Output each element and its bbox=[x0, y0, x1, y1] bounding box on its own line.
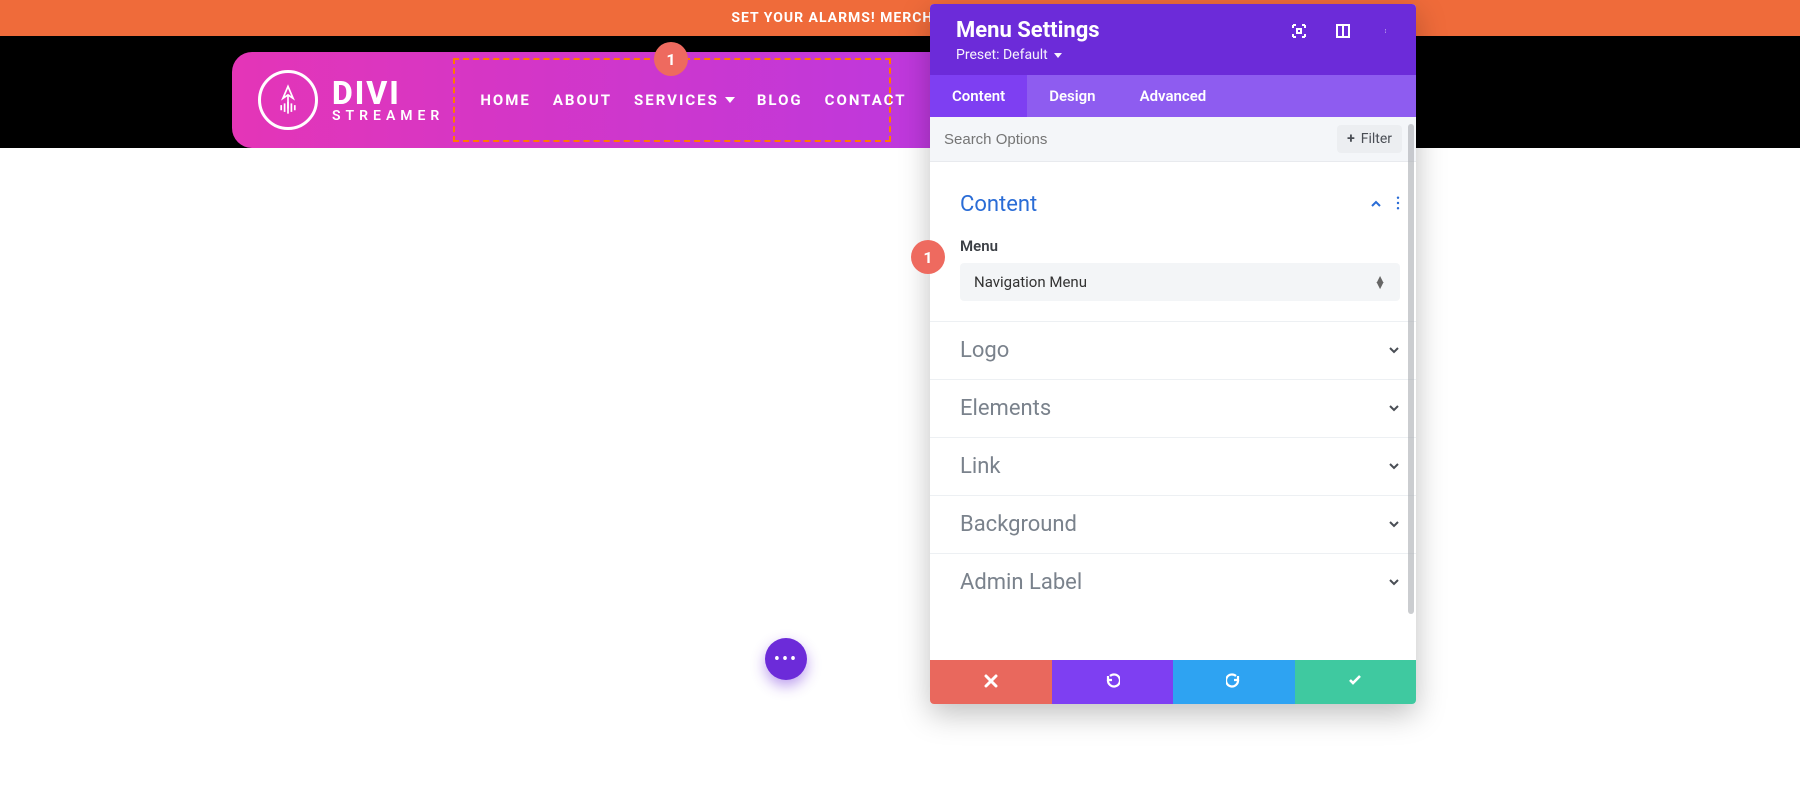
panel-tabs: Content Design Advanced bbox=[930, 75, 1416, 117]
section-title: Link bbox=[960, 454, 1001, 479]
nav-contact[interactable]: CONTACT bbox=[825, 91, 907, 109]
close-icon bbox=[984, 672, 998, 693]
tab-advanced[interactable]: Advanced bbox=[1118, 75, 1229, 117]
chevron-down-icon bbox=[1388, 515, 1400, 534]
panel-body[interactable]: Content Menu Navigation Menu ▲▼ Logo bbox=[930, 162, 1416, 660]
nav-item-label: HOME bbox=[480, 91, 531, 109]
section-elements-header[interactable]: Elements bbox=[960, 380, 1400, 437]
snap-icon[interactable] bbox=[1290, 22, 1308, 40]
sort-caret-icon: ▲▼ bbox=[1374, 276, 1386, 288]
nav-services[interactable]: SERVICES bbox=[634, 91, 735, 109]
nav-about[interactable]: ABOUT bbox=[553, 91, 612, 109]
caret-down-icon bbox=[1054, 53, 1062, 58]
nav-item-label: CONTACT bbox=[825, 91, 907, 109]
section-content-header[interactable]: Content bbox=[960, 176, 1400, 233]
chevron-down-icon bbox=[1388, 341, 1400, 360]
section-title: Elements bbox=[960, 396, 1051, 421]
nav-blog[interactable]: BLOG bbox=[757, 91, 803, 109]
marker-number: 1 bbox=[923, 248, 932, 267]
options-search-row: + Filter bbox=[930, 117, 1416, 162]
kebab-icon[interactable] bbox=[1378, 22, 1396, 40]
columns-icon[interactable] bbox=[1334, 22, 1352, 40]
confirm-button[interactable] bbox=[1295, 660, 1417, 704]
filter-button[interactable]: + Filter bbox=[1337, 125, 1402, 153]
chevron-down-icon bbox=[1388, 399, 1400, 418]
preset-selector[interactable]: Preset: Default bbox=[956, 47, 1396, 63]
section-link-header[interactable]: Link bbox=[960, 438, 1400, 495]
tab-design[interactable]: Design bbox=[1027, 75, 1117, 117]
redo-icon bbox=[1226, 672, 1242, 693]
undo-button[interactable] bbox=[1052, 660, 1174, 704]
section-title: Background bbox=[960, 512, 1077, 537]
section-logo-header[interactable]: Logo bbox=[960, 322, 1400, 379]
announcement-bar: SET YOUR ALARMS! MERCH IS COMING SOON! bbox=[0, 0, 1800, 36]
rocket-icon bbox=[258, 70, 318, 130]
preset-label: Preset: Default bbox=[956, 47, 1048, 63]
chevron-down-icon bbox=[725, 97, 735, 103]
menu-select[interactable]: Navigation Menu ▲▼ bbox=[960, 263, 1400, 301]
section-admin-label-header[interactable]: Admin Label bbox=[960, 554, 1400, 611]
tab-content[interactable]: Content bbox=[930, 75, 1027, 117]
panel-footer bbox=[930, 660, 1416, 704]
nav-item-label: ABOUT bbox=[553, 91, 612, 109]
undo-icon bbox=[1104, 672, 1120, 693]
marker-number: 1 bbox=[666, 50, 675, 69]
filter-label: Filter bbox=[1361, 131, 1392, 147]
cancel-button[interactable] bbox=[930, 660, 1052, 704]
check-icon bbox=[1347, 672, 1363, 693]
page-fab-button[interactable]: ••• bbox=[765, 638, 807, 680]
logo-title: DIVI bbox=[332, 77, 444, 109]
callout-marker-1-nav[interactable]: 1 bbox=[654, 42, 688, 76]
panel-title: Menu Settings bbox=[956, 18, 1100, 43]
chevron-up-icon bbox=[1370, 195, 1382, 214]
section-title: Content bbox=[960, 192, 1037, 217]
section-title: Admin Label bbox=[960, 570, 1082, 595]
logo-subtitle: STREAMER bbox=[332, 109, 444, 123]
callout-marker-1-panel[interactable]: 1 bbox=[911, 240, 945, 274]
menu-field-label: Menu bbox=[960, 237, 1400, 255]
logo-text: DIVI STREAMER bbox=[332, 77, 444, 123]
kebab-icon[interactable] bbox=[1396, 195, 1400, 214]
plus-icon: + bbox=[1347, 131, 1355, 147]
options-search-input[interactable] bbox=[944, 131, 1337, 148]
chevron-down-icon bbox=[1388, 457, 1400, 476]
redo-button[interactable] bbox=[1173, 660, 1295, 704]
section-background-header[interactable]: Background bbox=[960, 496, 1400, 553]
ellipsis-icon: ••• bbox=[774, 649, 798, 670]
nav-item-label: BLOG bbox=[757, 91, 803, 109]
site-logo[interactable]: DIVI STREAMER bbox=[258, 70, 444, 130]
panel-header[interactable]: Menu Settings bbox=[930, 4, 1416, 75]
menu-settings-panel: Menu Settings bbox=[930, 4, 1416, 704]
chevron-down-icon bbox=[1388, 573, 1400, 592]
menu-select-value: Navigation Menu bbox=[974, 273, 1087, 291]
section-title: Logo bbox=[960, 338, 1009, 363]
nav-home[interactable]: HOME bbox=[480, 91, 531, 109]
main-nav: HOME ABOUT SERVICES BLOG CONTACT bbox=[480, 91, 906, 109]
nav-item-label: SERVICES bbox=[634, 91, 719, 109]
